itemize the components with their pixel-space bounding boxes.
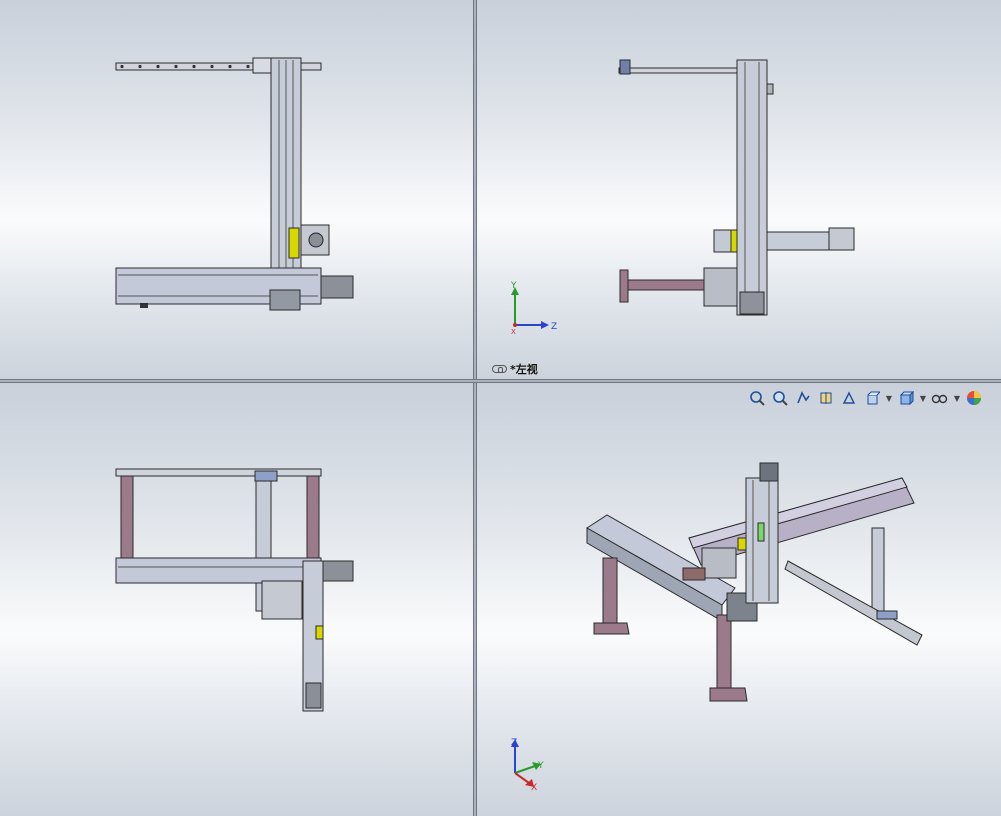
top-view-model [115,468,354,712]
triad-y-label: Y [510,281,517,291]
viewport-vertical-splitter[interactable] [473,0,477,816]
viewport-horizontal-splitter[interactable] [0,379,1001,383]
orientation-triad-iso: Z Y X [511,738,544,793]
triad-z-label: Z [551,322,557,332]
viewport-front[interactable] [0,0,473,379]
link-icon [492,365,507,373]
triad-y-label: Y [537,761,544,771]
view-name-label: *左视 [492,361,538,377]
triad-x-label: X [511,328,516,336]
triad-x-label: X [531,783,537,793]
front-view-model [115,57,354,311]
viewport-top-view[interactable] [0,383,473,816]
triad-z-label: Z [511,738,517,748]
viewport-left-view[interactable]: Y Z X *左视 [477,0,1001,379]
viewport-isometric[interactable]: ▼ ▼ ▼ Z Y X [477,383,1001,816]
orientation-triad: Y Z X [510,281,557,336]
